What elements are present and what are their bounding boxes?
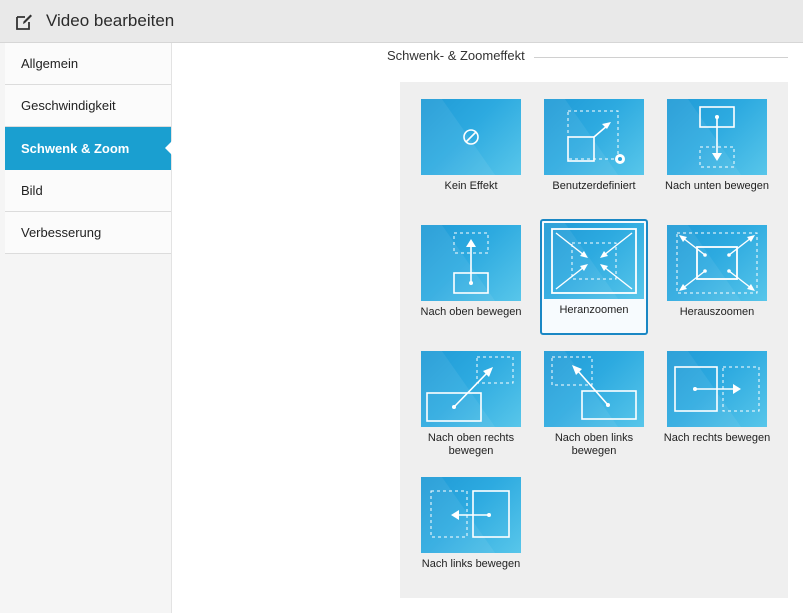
sidebar-item-geschwindigkeit[interactable]: Geschwindigkeit xyxy=(5,85,171,127)
effect-tile-nach-oben-links-bewegen[interactable]: Nach oben links bewegen xyxy=(540,347,648,463)
move-left-icon xyxy=(430,490,510,538)
section-title: Schwenk- & Zoomeffekt xyxy=(387,48,525,63)
effect-tile-nach-unten-bewegen[interactable]: Nach unten bewegen xyxy=(663,95,771,211)
move-up-icon xyxy=(453,232,489,294)
sidebar-item-label: Geschwindigkeit xyxy=(21,98,116,113)
effect-thumbnail xyxy=(421,477,521,553)
effect-label: Nach rechts bewegen xyxy=(663,432,771,444)
custom-effect-icon xyxy=(567,110,625,164)
effect-thumbnail xyxy=(667,351,767,427)
effect-thumbnail xyxy=(544,351,644,427)
sidebar-item-label: Bild xyxy=(21,183,43,198)
sidebar-item-label: Verbesserung xyxy=(21,225,102,240)
sidebar-item-label: Schwenk & Zoom xyxy=(21,140,130,156)
edit-icon xyxy=(16,14,32,30)
effect-label: Herauszoomen xyxy=(679,306,755,318)
effect-tile-nach-oben-bewegen[interactable]: Nach oben bewegen xyxy=(417,221,525,337)
section-divider xyxy=(534,57,788,58)
effect-tile-nach-rechts-bewegen[interactable]: Nach rechts bewegen xyxy=(663,347,771,463)
zoom-in-icon xyxy=(551,228,637,294)
effect-label: Heranzoomen xyxy=(559,304,629,316)
effect-label: Nach unten bewegen xyxy=(665,180,769,192)
effect-thumbnail xyxy=(667,225,767,301)
sidebar-item-label: Allgemein xyxy=(21,56,79,71)
effect-thumbnail xyxy=(421,351,521,427)
effect-label: Kein Effekt xyxy=(444,180,498,192)
effect-tile-kein-effekt[interactable]: Kein Effekt xyxy=(417,95,525,211)
sidebar-item-verbesserung[interactable]: Verbesserung xyxy=(5,212,171,254)
sidebar-item-allgemein[interactable]: Allgemein xyxy=(5,43,171,85)
effect-thumbnail xyxy=(421,99,521,175)
no-effect-icon xyxy=(463,129,479,145)
effect-thumbnail xyxy=(544,223,644,299)
effect-label: Nach oben rechts bewegen xyxy=(427,432,515,457)
effect-thumbnail xyxy=(544,99,644,175)
effect-thumbnail xyxy=(421,225,521,301)
effect-label: Benutzerdefiniert xyxy=(552,180,636,192)
sidebar: Allgemein Geschwindigkeit Schwenk & Zoom… xyxy=(0,43,172,613)
sidebar-item-bild[interactable]: Bild xyxy=(5,170,171,212)
effect-tile-herauszoomen[interactable]: Herauszoomen xyxy=(663,221,771,337)
move-down-icon xyxy=(699,106,735,168)
effect-tile-heranzoomen[interactable]: Heranzoomen xyxy=(540,219,648,335)
zoom-out-icon xyxy=(676,232,758,294)
move-right-icon xyxy=(674,366,760,412)
window-title: Video bearbeiten xyxy=(46,11,175,30)
move-up-right-icon xyxy=(426,356,514,422)
effect-tile-benutzerdefiniert[interactable]: Benutzerdefiniert xyxy=(540,95,648,211)
effect-tile-nach-links-bewegen[interactable]: Nach links bewegen xyxy=(417,473,525,589)
effect-thumbnail xyxy=(667,99,767,175)
move-up-left-icon xyxy=(551,356,637,420)
title-bar: Video bearbeiten xyxy=(0,0,803,43)
effect-label: Nach links bewegen xyxy=(421,558,521,570)
sidebar-item-schwenk-zoom[interactable]: Schwenk & Zoom xyxy=(5,127,172,170)
effect-tile-nach-oben-rechts-bewegen[interactable]: Nach oben rechts bewegen xyxy=(417,347,525,463)
effects-panel: Kein Effekt Benutzerdefiniert Nach unten… xyxy=(400,82,788,598)
effect-label: Nach oben bewegen xyxy=(420,306,522,318)
effect-label: Nach oben links bewegen xyxy=(554,432,634,457)
